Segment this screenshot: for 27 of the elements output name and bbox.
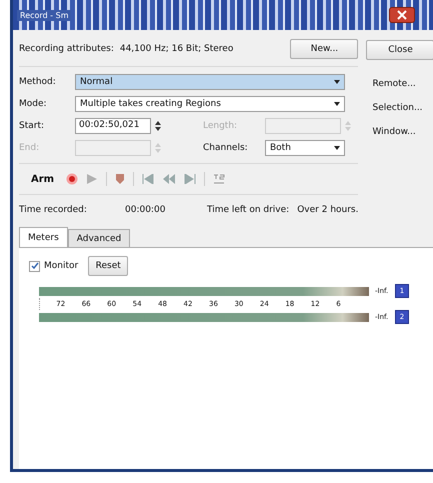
attributes-label: Recording attributes: [19,44,114,54]
close-button[interactable]: Close [366,40,433,60]
monitor-label: Monitor [44,261,78,271]
end-label: End: [19,143,40,153]
mode-dropdown[interactable]: Multiple takes creating Regions [75,96,345,112]
side-button[interactable]: Remote... [366,74,433,94]
attributes-value: 44,100 Hz; 16 Bit; Stereo [120,44,234,54]
length-label: Length: [203,121,238,131]
arm-label: Arm [31,174,54,184]
time-recorded-label: Time recorded: [19,205,88,215]
tab[interactable]: Advanced [68,229,130,247]
reset-button[interactable]: Reset [88,256,128,276]
time-left-value: Over 2 hours. [297,205,358,215]
channels-dropdown[interactable]: Both [265,140,345,156]
side-button[interactable]: Selection... [366,98,433,118]
side-button[interactable]: Window... [366,122,433,142]
method-dropdown[interactable]: Normal [75,74,345,90]
new-button[interactable]: New... [290,39,358,59]
mode-label: Mode: [19,99,48,109]
start-field[interactable]: 00:02:50,021 [75,118,151,134]
window-title: Record - Sm [17,10,72,20]
channels-label: Channels: [203,143,249,153]
time-left-label: Time left on drive: [207,205,290,215]
tab[interactable]: Meters [19,227,68,247]
start-label: Start: [19,121,46,131]
time-recorded-value: 00:00:00 [125,205,166,215]
method-label: Method: [19,77,57,87]
